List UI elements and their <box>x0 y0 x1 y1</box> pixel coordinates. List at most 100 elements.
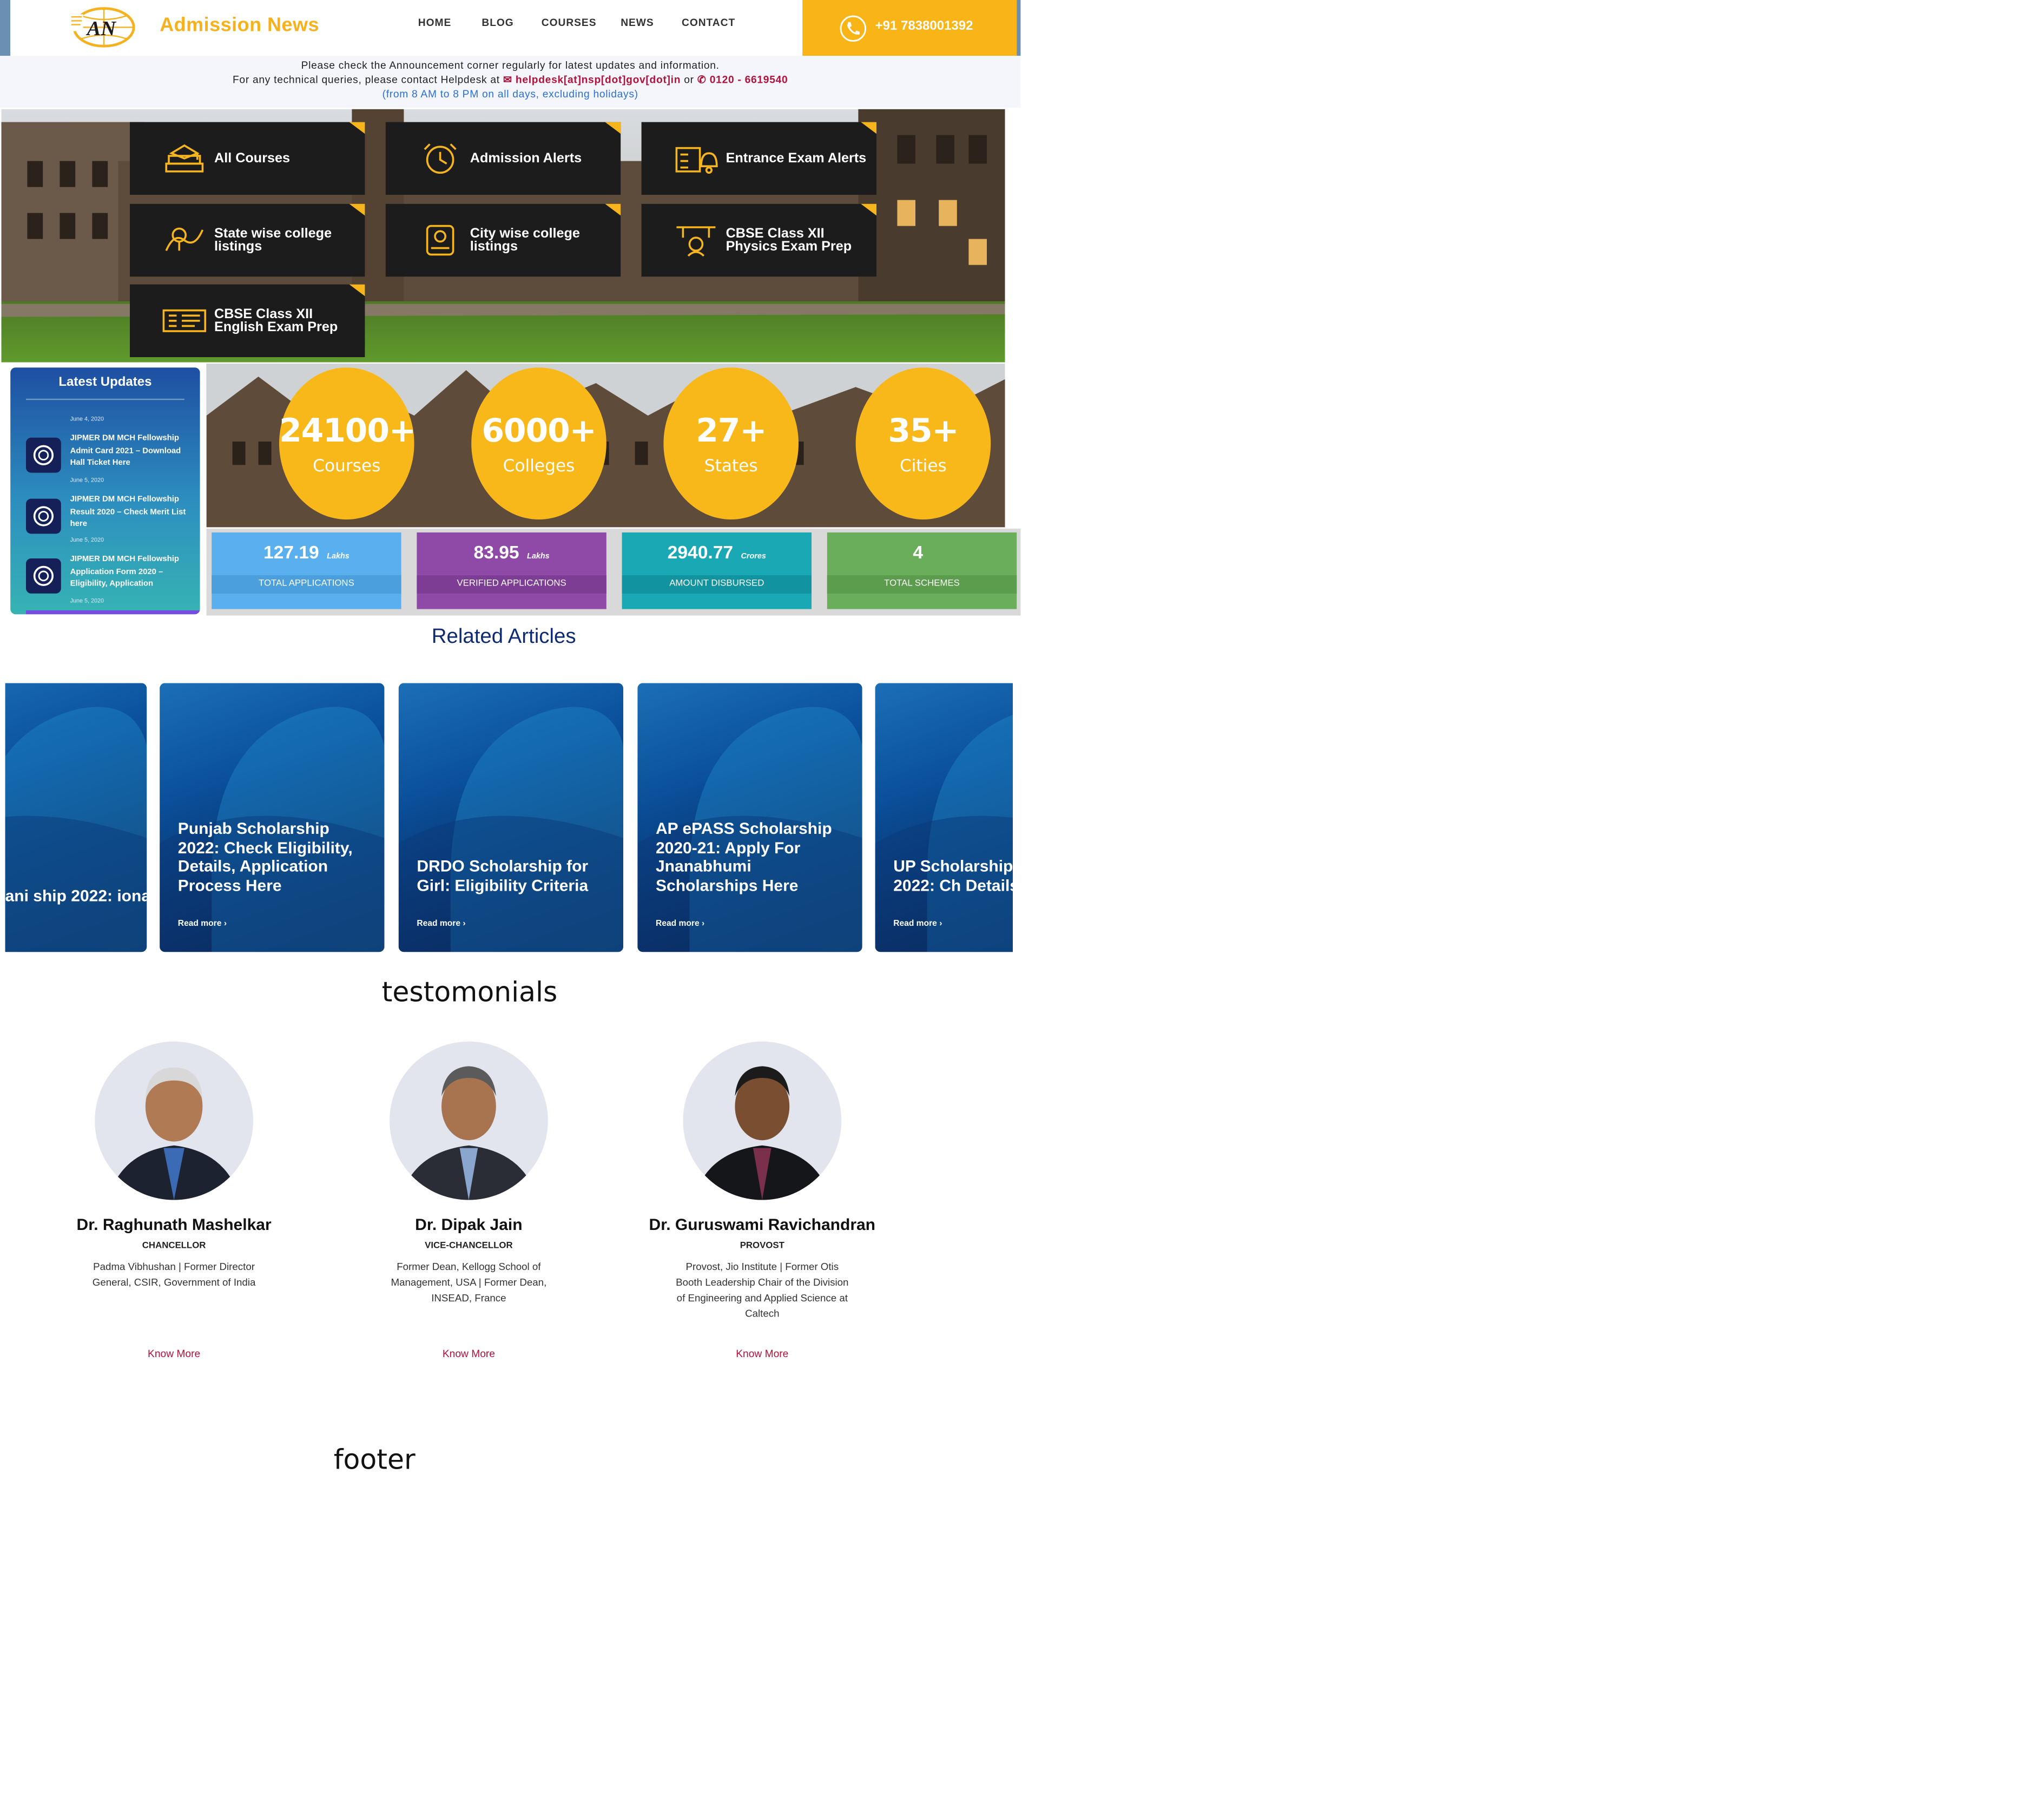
update-item[interactable]: JIPMER DM MCH Fellowship Application For… <box>26 553 195 600</box>
tile-label: State wise college listings <box>214 226 332 255</box>
tile-label: All Courses <box>214 150 291 167</box>
read-more-label: Read more <box>177 919 222 929</box>
person-name: Dr. Guruswami Ravichandran <box>649 1215 876 1234</box>
helpdesk-email-link[interactable]: helpdesk[at]nsp[dot]gov[dot]in <box>516 74 681 86</box>
tile-city-listings[interactable]: City wise college listings <box>385 203 621 277</box>
city-map-icon <box>426 225 454 256</box>
article-card[interactable]: DRDO Scholarship for Girl: Eligibility C… <box>398 683 623 952</box>
update-date: June 5, 2020 <box>70 597 104 604</box>
counter-value-wrap: 83.95 Lakhs <box>417 542 606 562</box>
update-title: JIPMER DM MCH Fellowship Admit Card 2021… <box>70 433 181 468</box>
helpdesk-hours: (from 8 AM to 8 PM on all days, excludin… <box>382 88 638 100</box>
counter-value-wrap: 127.19 Lakhs <box>212 542 401 562</box>
counter-label: TOTAL SCHEMES <box>827 575 1017 594</box>
wave-art <box>398 707 623 952</box>
person-role: VICE-CHANCELLOR <box>425 1241 513 1251</box>
counter-label: VERIFIED APPLICATIONS <box>417 575 606 594</box>
article-card[interactable]: ani ship 2022: ional ships <box>5 683 147 952</box>
books-icon <box>165 144 204 173</box>
nav-blog[interactable]: BLOG <box>482 17 513 29</box>
chevron-right-icon: › <box>463 919 466 929</box>
person-name: Dr. Dipak Jain <box>415 1215 523 1234</box>
read-more-link[interactable]: Read more › <box>417 919 465 929</box>
announcement-line-1: Please check the Announcement corner reg… <box>301 60 720 71</box>
stat-label: Courses <box>313 457 381 477</box>
know-more-link[interactable]: Know More <box>44 1348 304 1360</box>
nav-courses[interactable]: COURSES <box>542 17 597 29</box>
article-card[interactable]: Punjab Scholarship 2022: Check Eligibili… <box>160 683 385 952</box>
physics-icon <box>676 226 716 257</box>
nav-news[interactable]: NEWS <box>621 17 654 29</box>
stat-colleges: 6000+ Colleges <box>471 367 606 520</box>
nav-contact[interactable]: CONTACT <box>682 17 735 29</box>
helpdesk-prefix: For any technical queries, please contac… <box>232 74 500 86</box>
update-date: June 5, 2020 <box>70 536 104 543</box>
or-text: or <box>684 74 694 86</box>
stat-label: Colleges <box>503 457 575 477</box>
alarm-clock-icon <box>424 143 457 174</box>
nav-home[interactable]: HOME <box>418 17 451 29</box>
know-more-link[interactable]: Know More <box>339 1348 598 1360</box>
counter-value: 83.95 <box>473 541 519 563</box>
counter-total-schemes: 4 TOTAL SCHEMES <box>827 532 1017 609</box>
tile-admission-alerts[interactable]: Admission Alerts <box>385 122 621 195</box>
update-date: June 5, 2020 <box>70 476 104 483</box>
read-more-link[interactable]: Read more › <box>656 919 704 929</box>
phone-button[interactable]: +91 7838001392 <box>802 0 1017 56</box>
article-card[interactable]: UP Scholarship Login 2022: Ch Details Re… <box>875 683 1013 952</box>
phone-icon <box>840 15 867 42</box>
know-more-link[interactable]: Know More <box>632 1348 892 1360</box>
article-card[interactable]: AP ePASS Scholarship 2020-21: Apply For … <box>637 683 862 952</box>
article-title: Punjab Scholarship 2022: Check Eligibili… <box>177 819 353 894</box>
english-icon <box>162 309 207 332</box>
latest-updates-title: Latest Updates <box>58 375 152 390</box>
wave-art <box>160 707 385 952</box>
stat-courses: 24100+ Courses <box>279 367 416 520</box>
svg-text:AN: AN <box>86 17 117 40</box>
helpline-number[interactable]: 0120 - 6619540 <box>710 74 788 86</box>
tile-state-listings[interactable]: State wise college listings <box>130 203 365 277</box>
update-title: JIPMER DM MCH Fellowship Result 2020 – C… <box>70 495 186 529</box>
counter-unit: Lakhs <box>527 553 550 561</box>
avatar <box>683 1041 842 1200</box>
brand-name[interactable]: Admission News <box>160 14 319 36</box>
article-title: DRDO Scholarship for Girl: Eligibility C… <box>417 857 589 894</box>
counter-amount-disbursed: 2940.77 Crores AMOUNT DISBURSED <box>622 532 812 609</box>
tile-entrance-exam-alerts[interactable]: Entrance Exam Alerts <box>641 122 877 195</box>
counter-value: 127.19 <box>263 541 319 563</box>
wave-art <box>5 707 147 952</box>
person-description: Former Dean, Kellogg School of Managemen… <box>391 1261 547 1304</box>
tile-physics-prep[interactable]: CBSE Class XII Physics Exam Prep <box>641 203 877 277</box>
article-title: AP ePASS Scholarship 2020-21: Apply For … <box>656 819 832 894</box>
stat-value: 27+ <box>696 411 767 450</box>
tile-label: CBSE Class XII English Exam Prep <box>214 306 338 335</box>
update-item[interactable]: JIPMER DM MCH Fellowship Admit Card 2021… <box>26 432 195 479</box>
person-name: Dr. Raghunath Mashelkar <box>76 1215 272 1234</box>
counter-total-applications: 127.19 Lakhs TOTAL APPLICATIONS <box>212 532 401 609</box>
globe-logo-icon: AN <box>70 7 135 48</box>
tile-all-courses[interactable]: All Courses <box>130 122 365 195</box>
stats-banner: 24100+ Courses 6000+ Colleges 27+ States… <box>206 364 1005 528</box>
article-title: ani ship 2022: ional ships <box>5 886 147 905</box>
avatar <box>95 1041 254 1200</box>
tile-label: CBSE Class XII Physics Exam Prep <box>726 226 852 255</box>
article-title: UP Scholarship Login 2022: Ch Details <box>893 857 1013 894</box>
stat-states: 27+ States <box>663 367 799 520</box>
wave-art <box>637 707 862 952</box>
exam-bell-icon <box>675 147 718 174</box>
footer-title: footer <box>333 1444 416 1476</box>
update-item[interactable]: JIPMER DM MCH Fellowship Result 2020 – C… <box>26 493 195 540</box>
latest-updates-panel: Latest Updates June 4, 2020 JIPMER DM MC… <box>10 367 200 615</box>
counter-value: 4 <box>913 541 924 563</box>
tile-label: City wise college listings <box>470 226 580 255</box>
spiral-logo-icon <box>26 558 61 594</box>
header-edge-left <box>0 0 11 56</box>
read-more-link[interactable]: Read more › <box>893 919 942 929</box>
counter-verified-applications: 83.95 Lakhs VERIFIED APPLICATIONS <box>417 532 606 609</box>
read-more-link[interactable]: Read more › <box>178 919 227 929</box>
site-logo[interactable]: AN <box>70 6 135 48</box>
tile-english-prep[interactable]: CBSE Class XII English Exam Prep <box>130 284 365 357</box>
announcement-line-2: For any technical queries, please contac… <box>0 73 1020 87</box>
wave-art <box>875 715 1013 952</box>
read-more-label: Read more <box>656 919 700 929</box>
